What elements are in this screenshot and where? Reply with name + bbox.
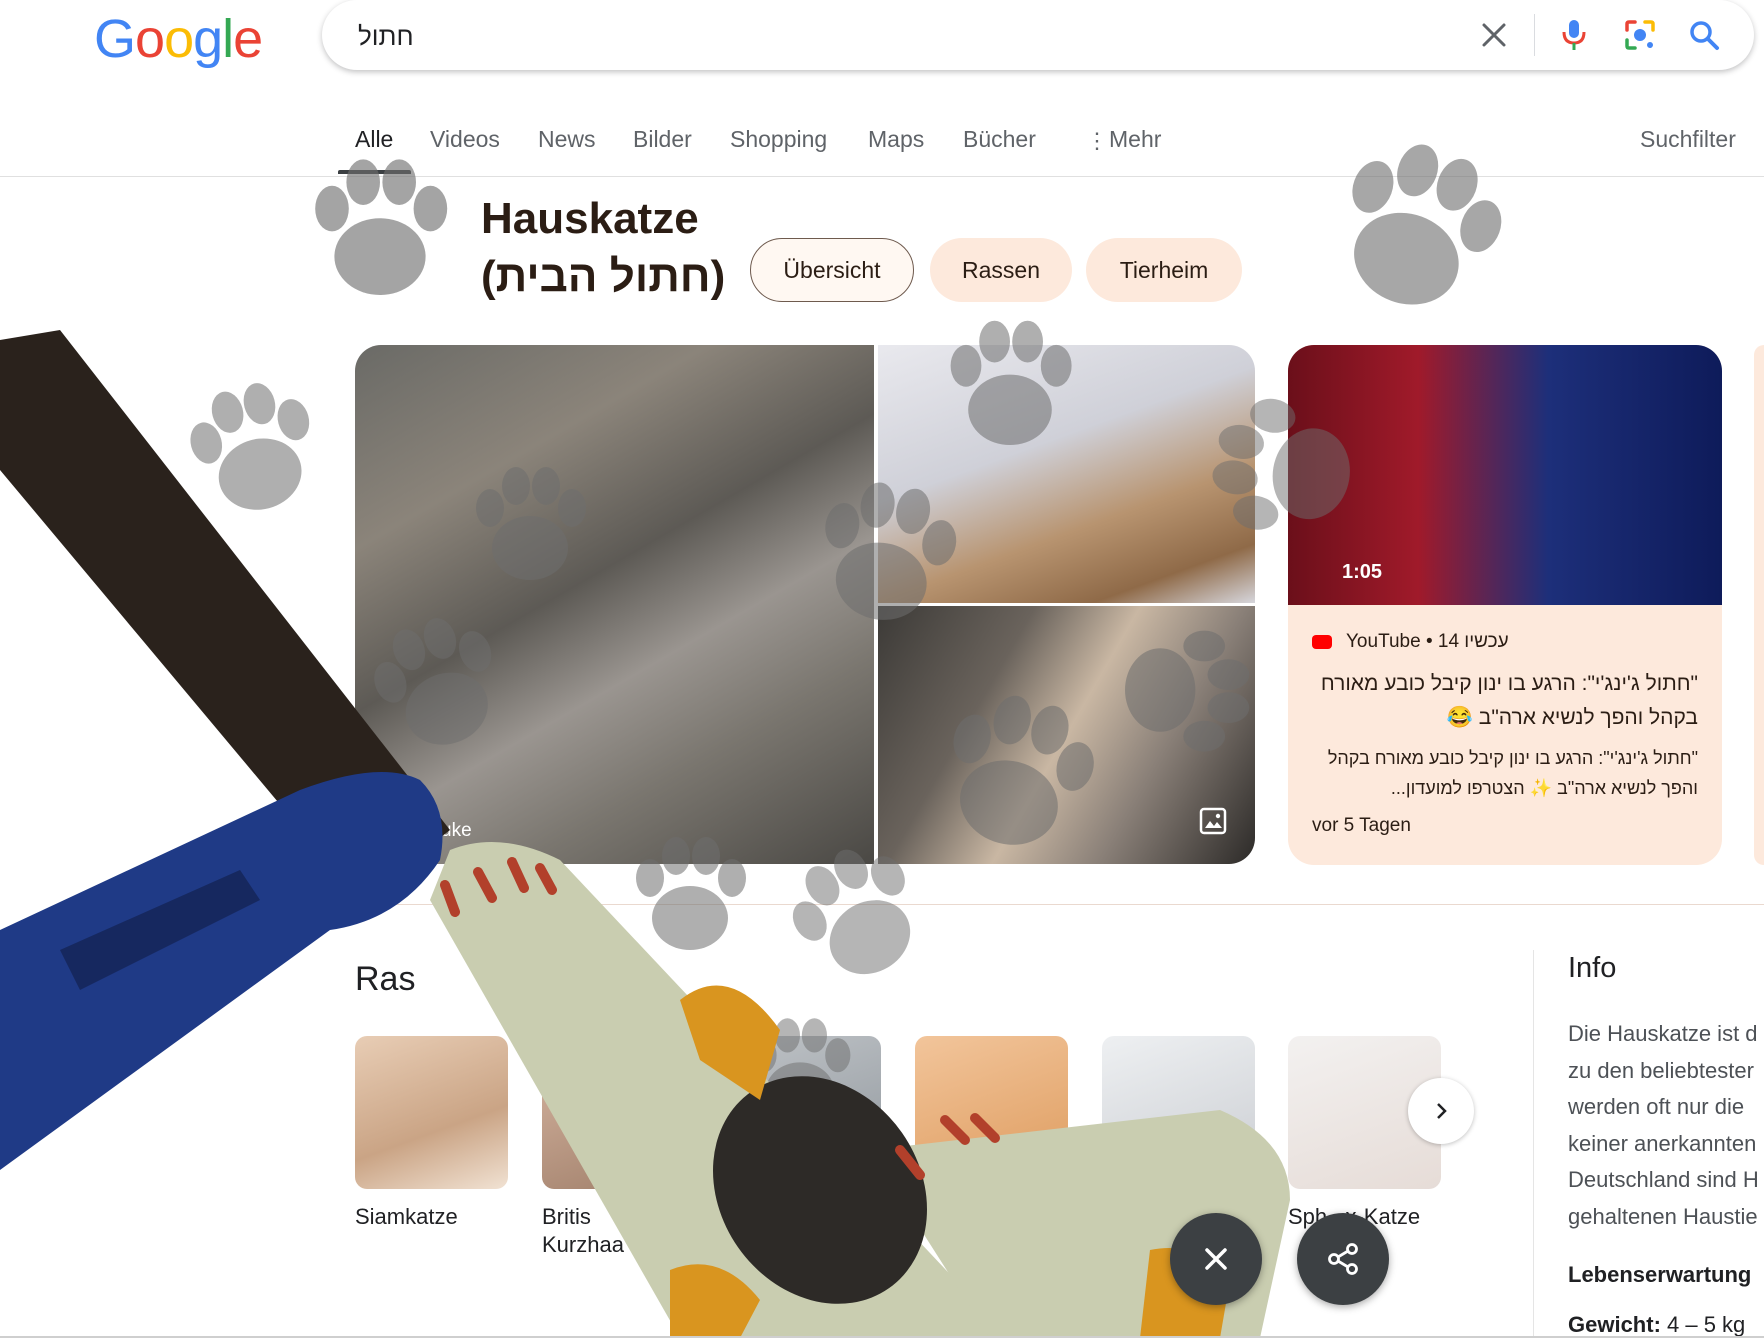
- chip-overview[interactable]: Übersicht: [750, 238, 914, 302]
- cat-image-bottom-right[interactable]: [878, 606, 1255, 864]
- breeds-next-button[interactable]: [1408, 1078, 1474, 1144]
- info-divider: [1533, 950, 1534, 1338]
- breed-item[interactable]: [728, 1036, 881, 1203]
- chip-breeds[interactable]: Rassen: [930, 238, 1072, 302]
- logo-letter: l: [222, 9, 234, 69]
- paw-print-icon: [179, 372, 329, 524]
- tab-maps[interactable]: Maps: [868, 126, 924, 153]
- breed-image: [1102, 1036, 1255, 1189]
- logo-letter: e: [233, 9, 263, 69]
- video-thumbnail[interactable]: 1:05: [1288, 345, 1722, 605]
- image-gallery-icon: [1199, 807, 1227, 840]
- close-icon[interactable]: [1474, 15, 1514, 55]
- entity-title-line1: Hauskatze: [481, 194, 699, 243]
- logo-letter: o: [164, 9, 194, 69]
- entity-title-line2: (חתול הבית): [481, 252, 726, 301]
- tab-shopping[interactable]: Shopping: [730, 126, 827, 153]
- search-icon[interactable]: [1684, 15, 1724, 55]
- info-life-expectancy-label: Lebenserwartung: [1568, 1262, 1752, 1287]
- chip-shelter[interactable]: Tierheim: [1086, 238, 1242, 302]
- image-source-label: uke: [441, 820, 472, 841]
- paw-print-icon: [315, 159, 448, 295]
- breed-image: [915, 1036, 1068, 1189]
- search-box: [322, 0, 1754, 70]
- info-weight-value: 4 – 5 kg: [1660, 1312, 1746, 1337]
- search-input[interactable]: [356, 16, 1060, 56]
- info-description: Die Hauskatze ist d zu den beliebtester …: [1568, 1021, 1759, 1229]
- google-logo[interactable]: Google: [94, 8, 263, 70]
- chevron-right-icon: [1437, 1103, 1447, 1119]
- breed-name: Britis Kurzhaa: [542, 1204, 624, 1257]
- breeds-heading: Ras: [355, 960, 416, 998]
- next-card-peek[interactable]: [1754, 345, 1764, 865]
- breed-item[interactable]: Siamkatze: [355, 1036, 508, 1231]
- close-doodle-button[interactable]: [1170, 1213, 1262, 1305]
- tab-books[interactable]: Bücher: [963, 126, 1036, 153]
- cat-image-main[interactable]: uke: [355, 345, 874, 864]
- tab-all[interactable]: Alle: [355, 126, 393, 153]
- info-weight: Gewicht: 4 – 5 kg: [1568, 1312, 1745, 1338]
- search-tools-button[interactable]: Suchfilter: [1640, 126, 1736, 153]
- info-weight-label: Gewicht:: [1568, 1312, 1661, 1337]
- breed-item[interactable]: gdoll: [1102, 1036, 1255, 1231]
- tab-videos[interactable]: Videos: [430, 126, 500, 153]
- search-divider: [1534, 14, 1535, 56]
- more-dots-icon[interactable]: ⋮: [1086, 128, 1108, 154]
- share-button[interactable]: [1297, 1213, 1389, 1305]
- section-divider: [355, 904, 1764, 905]
- breed-item[interactable]: Britis Kurzhaa: [542, 1036, 695, 1259]
- active-tab-indicator: [338, 170, 411, 174]
- logo-letter: o: [135, 9, 165, 69]
- google-lens-icon[interactable]: [1620, 15, 1660, 55]
- breed-item[interactable]: [915, 1036, 1068, 1203]
- video-source: YouTube • 14 עכשיו: [1346, 631, 1509, 652]
- cat-image-top-right[interactable]: [878, 345, 1255, 603]
- video-card[interactable]: 1:05 YouTube • 14 עכשיו "חתול ג'ינג'י": …: [1288, 345, 1722, 865]
- tab-more[interactable]: Mehr: [1109, 126, 1161, 153]
- close-icon: [1205, 1248, 1227, 1270]
- logo-letter: g: [193, 9, 223, 69]
- breed-name: Siamkatze: [355, 1204, 458, 1229]
- video-duration: 1:05: [1342, 561, 1383, 583]
- info-heading: Info: [1568, 952, 1617, 984]
- cat-claws: [440, 857, 1000, 1180]
- entity-title: Hauskatze (חתול הבית): [481, 190, 725, 306]
- video-title[interactable]: "חתול ג'ינג'י": הרגע בו ינון קיבל כובע מ…: [1318, 667, 1698, 735]
- video-date: vor 5 Tagen: [1312, 815, 1411, 836]
- microphone-icon[interactable]: [1554, 15, 1594, 55]
- share-icon: [1328, 1243, 1358, 1275]
- tab-news[interactable]: News: [538, 126, 596, 153]
- search-tabs: Alle Videos News Bilder Shopping Maps Bü…: [0, 116, 1764, 177]
- youtube-icon: [1312, 635, 1332, 649]
- breed-image: [728, 1036, 881, 1189]
- logo-letter: G: [94, 9, 136, 69]
- video-snippet: "חתול ג'ינג'י": הרגע בו ינון קיבל כובע מ…: [1327, 748, 1698, 798]
- breed-image: [542, 1036, 695, 1189]
- breed-image: [355, 1036, 508, 1189]
- tab-images[interactable]: Bilder: [633, 126, 692, 153]
